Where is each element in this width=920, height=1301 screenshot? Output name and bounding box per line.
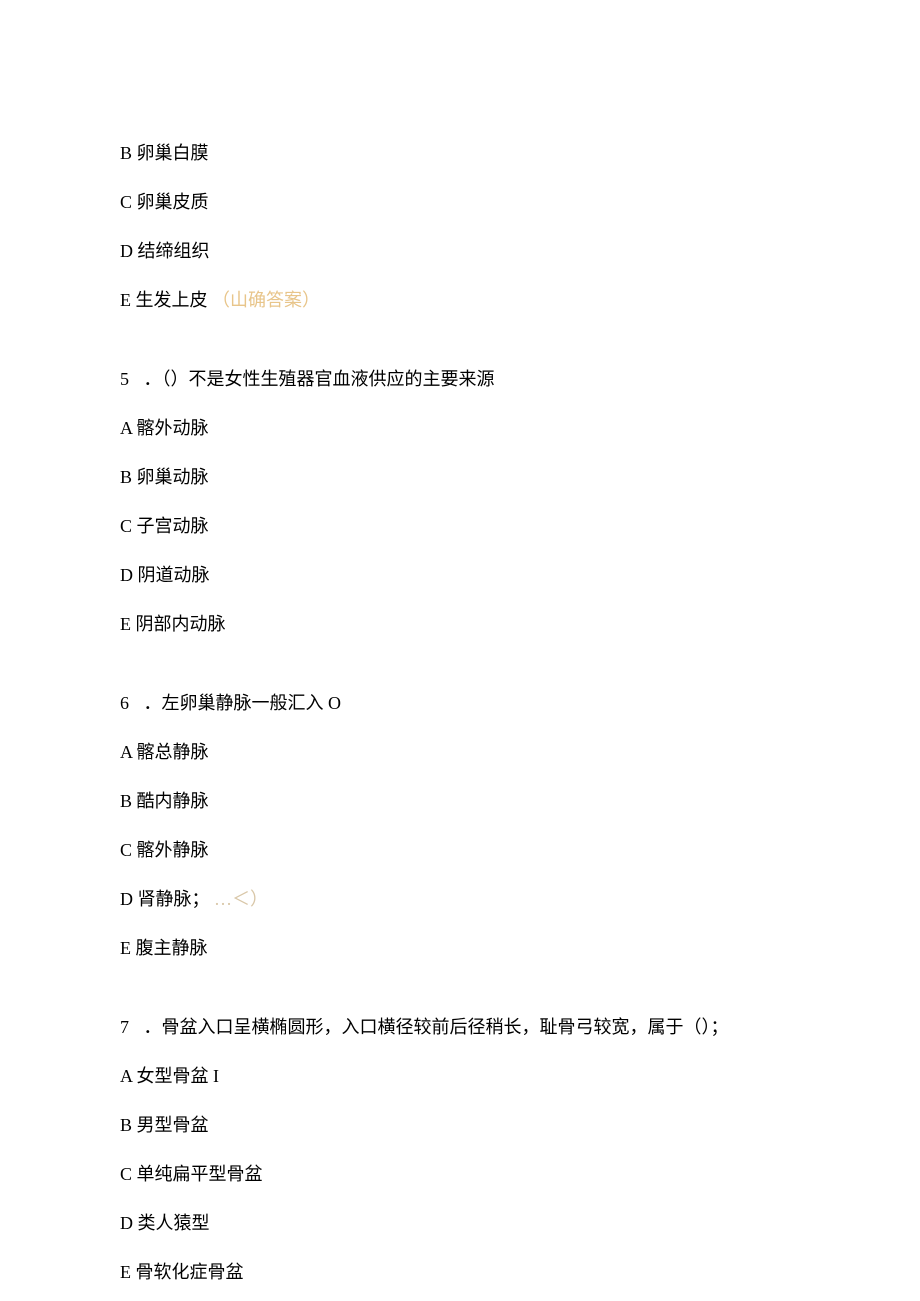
- option-row: A 髂总静脉: [120, 739, 800, 766]
- option-row: A 女型骨盆 I: [120, 1063, 800, 1090]
- question-text: ．骨盆入口呈横椭圆形，入口横径较前后径稍长，耻骨弓较宽，属于（）；: [144, 1017, 729, 1037]
- option-label: B 卵巢动脉: [120, 467, 209, 487]
- option-label: E 腹主静脉: [120, 938, 208, 958]
- option-row: B 男型骨盆: [120, 1112, 800, 1139]
- spacer: [120, 336, 800, 366]
- option-label: D 阴道动脉: [120, 565, 210, 585]
- option-label: A 髂外动脉: [120, 418, 209, 438]
- option-row: C 卵巢皮质: [120, 189, 800, 216]
- correct-answer-marker: （山确答案）: [212, 290, 320, 310]
- option-row: D 类人猿型: [120, 1210, 800, 1237]
- option-label: B 酷内静脉: [120, 791, 209, 811]
- document-page: B 卵巢白膜 C 卵巢皮质 D 结缔组织 E 生发上皮 （山确答案） 5 ．（）…: [0, 0, 920, 1286]
- question-stem: 5 ．（）不是女性生殖器官血液供应的主要来源: [120, 366, 800, 393]
- spacer: [120, 660, 800, 690]
- option-label: B 男型骨盆: [120, 1115, 209, 1135]
- option-row: C 髂外静脉: [120, 837, 800, 864]
- option-label: D 类人猿型: [120, 1213, 210, 1233]
- option-row: D 肾静脉； …＜）: [120, 886, 800, 913]
- option-row: D 结缔组织: [120, 238, 800, 265]
- option-label: C 子宫动脉: [120, 516, 209, 536]
- option-label: C 髂外静脉: [120, 840, 209, 860]
- option-label: E 阴部内动脉: [120, 614, 226, 634]
- option-label: B 卵巢白膜: [120, 143, 209, 163]
- option-label: C 卵巢皮质: [120, 192, 209, 212]
- option-row: C 单纯扁平型骨盆: [120, 1161, 800, 1188]
- correct-answer-marker: …＜）: [214, 889, 268, 909]
- question-text: ．左卵巢静脉一般汇入 O: [144, 693, 342, 713]
- option-row: E 生发上皮 （山确答案）: [120, 287, 800, 314]
- question-stem: 7 ．骨盆入口呈横椭圆形，入口横径较前后径稍长，耻骨弓较宽，属于（）；: [120, 1014, 800, 1041]
- option-row: E 骨软化症骨盆: [120, 1259, 800, 1286]
- option-label: D 结缔组织: [120, 241, 210, 261]
- option-row: B 酷内静脉: [120, 788, 800, 815]
- option-label: D 肾静脉；: [120, 889, 210, 909]
- question-number: 7: [120, 1014, 139, 1041]
- question-number: 5: [120, 366, 139, 393]
- option-label: A 髂总静脉: [120, 742, 209, 762]
- option-row: C 子宫动脉: [120, 513, 800, 540]
- option-row: E 腹主静脉: [120, 935, 800, 962]
- spacer: [120, 984, 800, 1014]
- option-row: E 阴部内动脉: [120, 611, 800, 638]
- question-text: ．（）不是女性生殖器官血液供应的主要来源: [144, 369, 495, 389]
- option-row: B 卵巢白膜: [120, 140, 800, 167]
- question-number: 6: [120, 690, 139, 717]
- option-row: B 卵巢动脉: [120, 464, 800, 491]
- option-row: A 髂外动脉: [120, 415, 800, 442]
- option-label: E 骨软化症骨盆: [120, 1262, 244, 1282]
- option-row: D 阴道动脉: [120, 562, 800, 589]
- option-label: C 单纯扁平型骨盆: [120, 1164, 263, 1184]
- option-label: E 生发上皮: [120, 290, 208, 310]
- question-stem: 6 ．左卵巢静脉一般汇入 O: [120, 690, 800, 717]
- option-label: A 女型骨盆 I: [120, 1066, 219, 1086]
